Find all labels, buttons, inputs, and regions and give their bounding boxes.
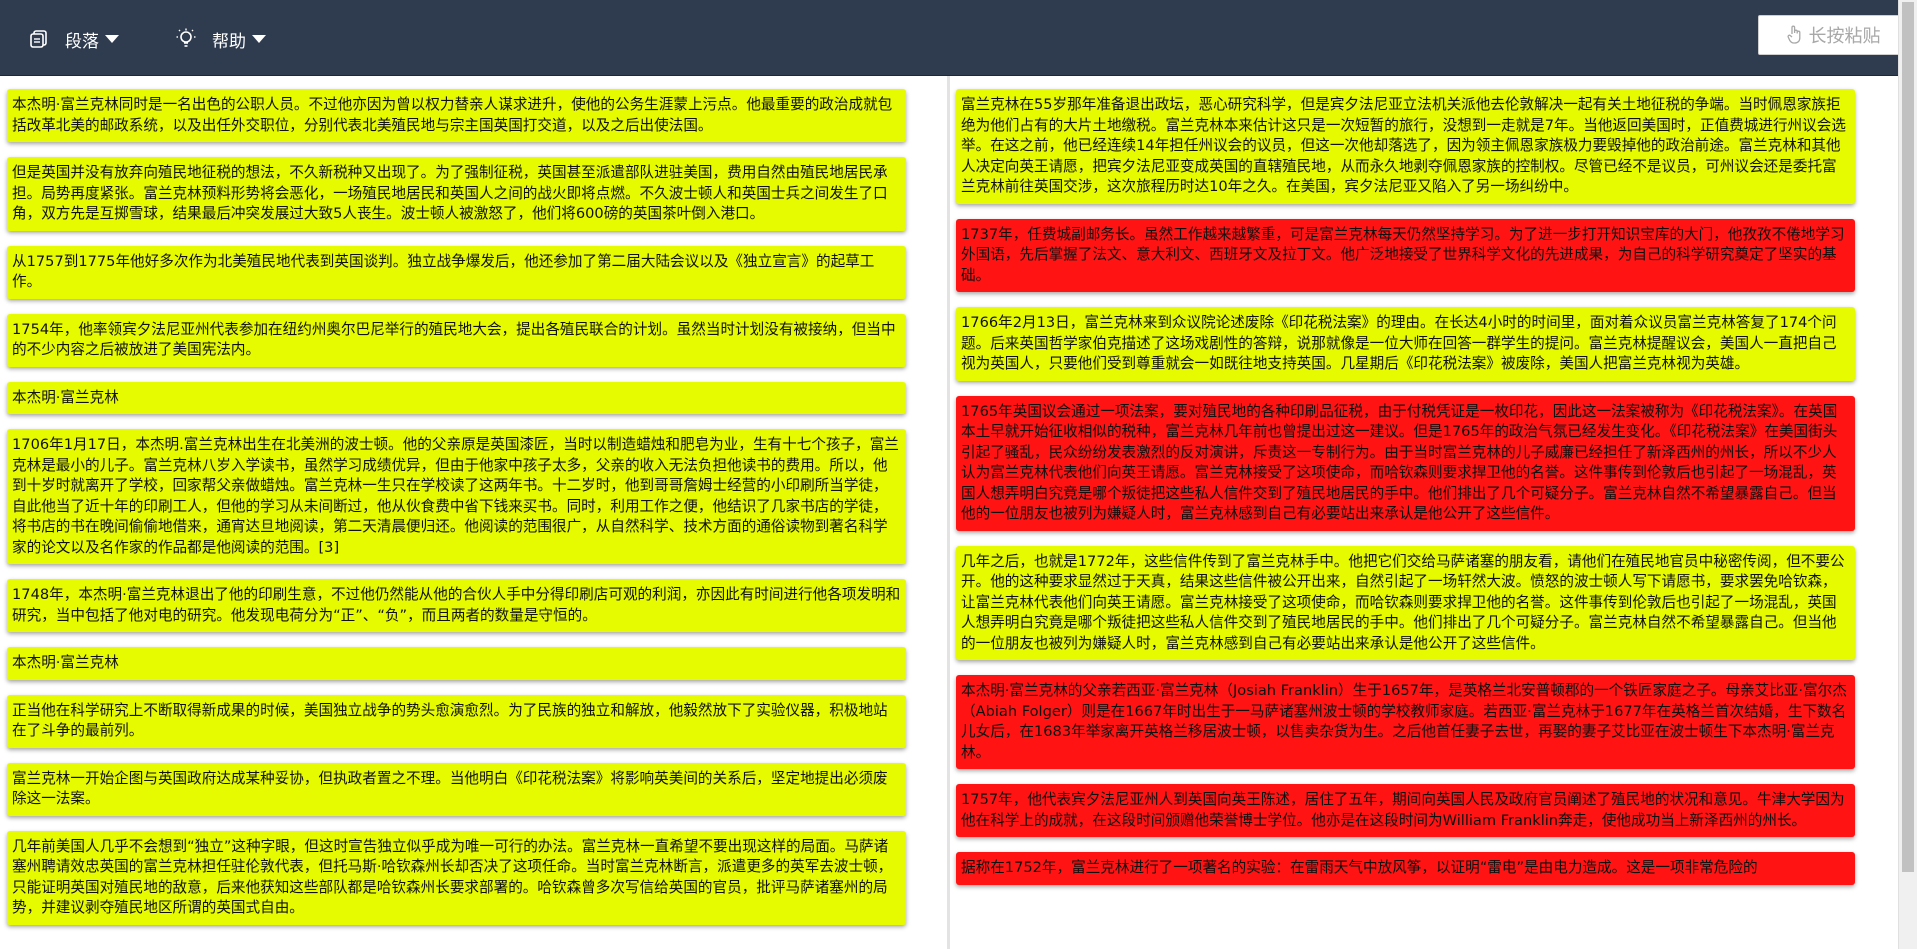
paragraph-card[interactable]: 1765年英国议会通过一项法案，要对殖民地的各种印刷品征税，由于付税凭证是一枚印… (956, 395, 1855, 531)
paragraph-card[interactable]: 本杰明·富兰克林的父亲若西亚·富兰克林（Josiah Franklin）生于16… (956, 675, 1855, 769)
top-toolbar: 段落 帮助 长按粘贴 (0, 0, 1909, 76)
paragraph-card[interactable]: 1748年，本杰明·富兰克林退出了他的印刷生意，不过他仍然能从他的合伙人手中分得… (7, 579, 906, 632)
right-column: 富兰克林在55岁那年准备退出政坛，恶心研究科学，但是宾夕法尼亚立法机关派他去伦敦… (956, 89, 1855, 900)
document-copy-icon (27, 27, 51, 51)
paragraph-card[interactable]: 几年之后，也就是1772年，这些信件传到了富兰克林手中。他把它们交给马萨诸塞的朋… (956, 545, 1855, 660)
paragraph-card[interactable]: 正当他在科学研究上不断取得新成果的时候，美国独立战争的势头愈演愈烈。为了民族的独… (7, 694, 906, 748)
column-divider (947, 76, 950, 949)
bulb-icon (174, 27, 198, 51)
paragraph-card[interactable]: 本杰明·富兰克林 (7, 381, 906, 414)
paragraph-card[interactable]: 富兰克林一开始企图与英国政府达成某种妥协，但执政者置之不理。当他明白《印花税法案… (7, 762, 906, 816)
paragraph-card[interactable]: 1706年1月17日，本杰明.富兰克林出生在北美洲的波士顿。他的父亲原是英国漆匠… (7, 429, 906, 564)
paragraph-card[interactable]: 富兰克林在55岁那年准备退出政坛，恶心研究科学，但是宾夕法尼亚立法机关派他去伦敦… (956, 89, 1855, 204)
help-menu-label: 帮助 (212, 31, 246, 52)
paragraph-card[interactable]: 从1757到1775年他好多次作为北美殖民地代表到英国谈判。独立战争爆发后，他还… (7, 245, 906, 299)
help-menu[interactable]: 帮助 (174, 26, 266, 52)
paragraph-card[interactable]: 本杰明·富兰克林 (7, 647, 906, 680)
paragraph-card[interactable]: 几年前美国人几乎不会想到“独立”这种字眼，但这时宣告独立似乎成为唯一可行的办法。… (7, 830, 906, 925)
paragraph-card[interactable]: 1766年2月13日，富兰克林来到众议院论述废除《印花税法案》的理由。在长达4小… (956, 307, 1855, 381)
chevron-down-icon (105, 35, 119, 43)
paragraph-card[interactable]: 1754年，他率领宾夕法尼亚州代表参加在纽约州奥尔巴尼举行的殖民地大会，提出各殖… (7, 313, 906, 367)
scrollbar-thumb[interactable] (1902, 2, 1914, 872)
paragraph-card[interactable]: 1737年，任费城副邮务长。虽然工作越来越繁重，可是富兰克林每天仍然坚持学习。为… (956, 218, 1855, 292)
paragraph-card[interactable]: 据称在1752年，富兰克林进行了一项著名的实验：在雷雨天气中放风筝，以证明“雷电… (956, 852, 1855, 885)
paste-button-label: 长按粘贴 (1808, 26, 1881, 47)
paragraph-card[interactable]: 1757年，他代表宾夕法尼亚州人到英国向英王陈述，居住了五年，期间向英国人民及政… (956, 784, 1855, 837)
left-column: 本杰明·富兰克林同时是一名出色的公职人员。不过他亦因为曾以权力替亲人谋求进升，使… (7, 89, 906, 940)
hand-pointer-icon (1787, 25, 1803, 45)
paragraph-card[interactable]: 但是英国并没有放弃向殖民地征税的想法，不久新税种又出现了。为了强制征税，英国甚至… (7, 157, 906, 231)
vertical-scrollbar[interactable] (1898, 0, 1917, 949)
paragraph-menu[interactable]: 段落 (27, 26, 119, 52)
paragraph-card[interactable]: 本杰明·富兰克林同时是一名出色的公职人员。不过他亦因为曾以权力替亲人谋求进升，使… (7, 89, 906, 142)
paragraph-menu-label: 段落 (65, 31, 99, 52)
long-press-paste-button[interactable]: 长按粘贴 (1758, 15, 1909, 55)
chevron-down-icon (252, 35, 266, 43)
